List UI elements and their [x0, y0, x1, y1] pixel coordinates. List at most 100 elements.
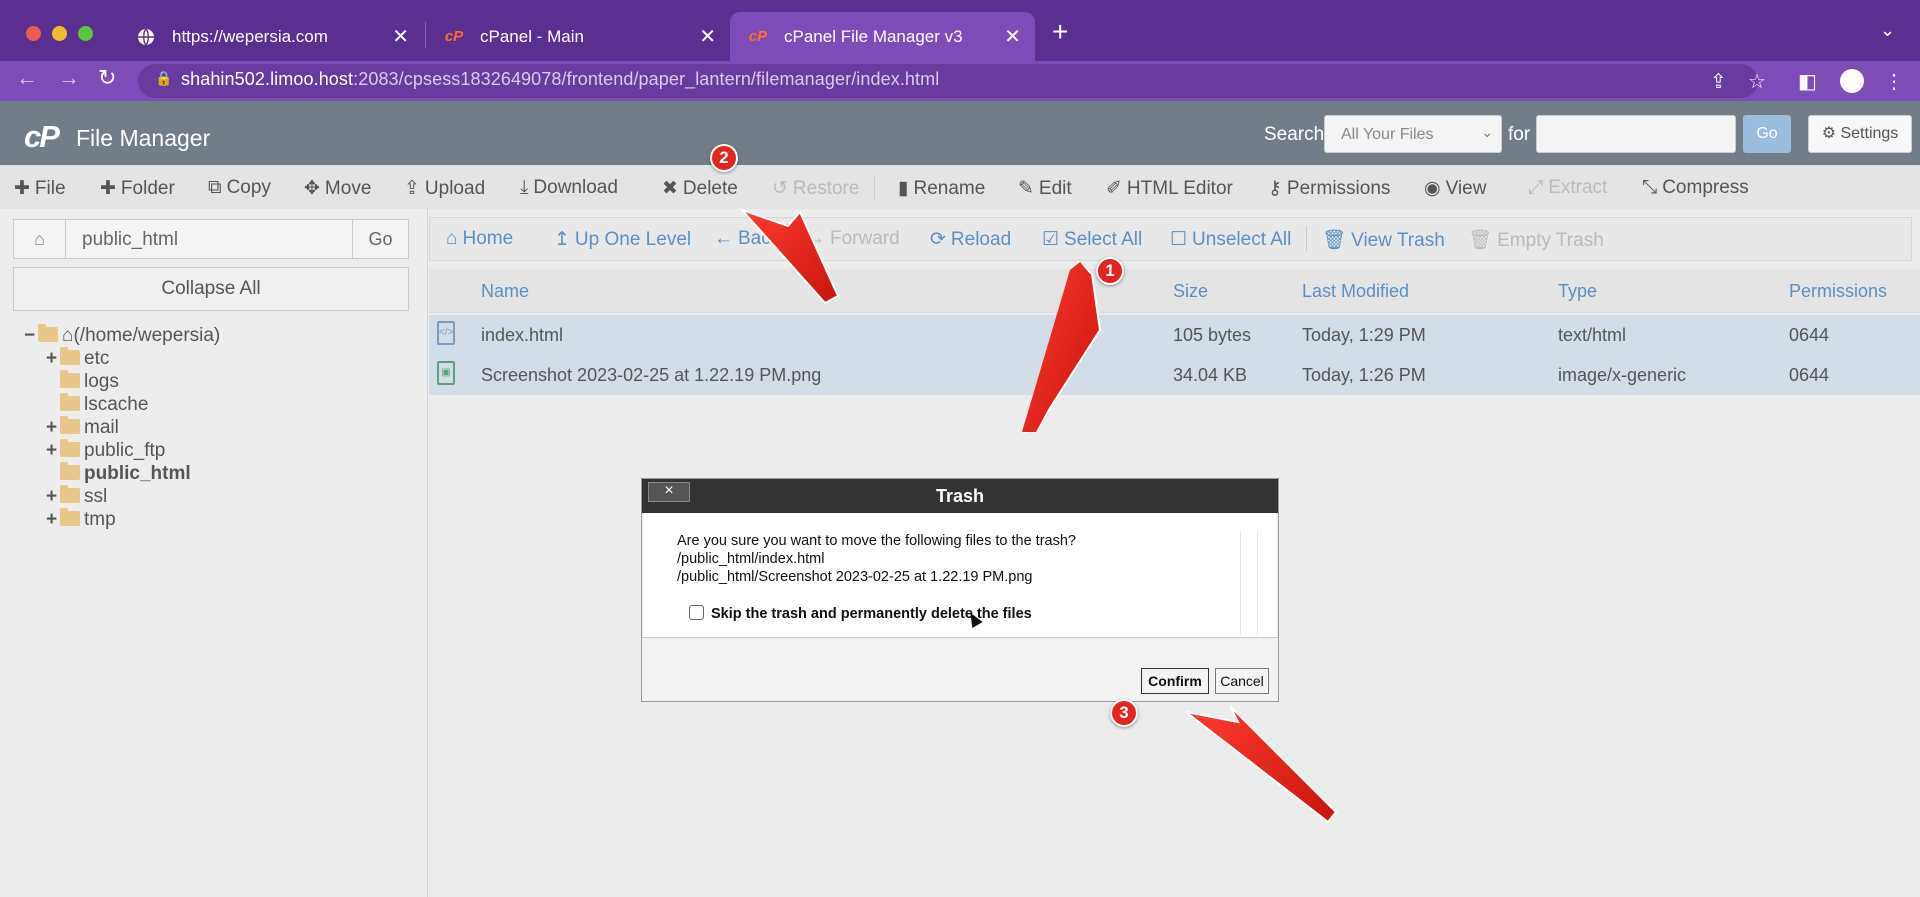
sidebar-icon[interactable]: ◧ [1798, 69, 1817, 94]
kebab-menu-icon[interactable]: ⋮ [1884, 69, 1904, 94]
tree-folder-public-ftp[interactable]: + public_ftp [46, 439, 165, 462]
chevron-down-icon[interactable]: ⌄ [1880, 20, 1895, 41]
profile-avatar[interactable] [1840, 69, 1864, 93]
path-go-button[interactable]: Go [352, 220, 408, 258]
home-icon[interactable]: ⌂ [14, 220, 66, 258]
plus-icon: ✚ [100, 178, 116, 199]
collapse-all-button[interactable]: Collapse All [13, 267, 409, 311]
file-modified: Today, 1:26 PM [1302, 365, 1426, 385]
tree-folder-tmp[interactable]: + tmp [46, 508, 116, 531]
close-icon[interactable]: × [648, 482, 690, 502]
tab-wepersia[interactable]: https://wepersia.com ✕ [118, 12, 423, 61]
plus-icon[interactable]: + [46, 417, 60, 439]
column-last-modified[interactable]: Last Modified [1302, 281, 1409, 302]
tree-folder-lscache[interactable]: lscache [46, 393, 148, 416]
skip-trash-label[interactable]: Skip the trash and permanently delete th… [711, 606, 1032, 622]
maximize-window-button[interactable] [78, 26, 93, 41]
settings-button[interactable]: ⚙ Settings [1808, 115, 1912, 153]
tab-file-manager[interactable]: cP cPanel File Manager v3 ✕ [730, 12, 1035, 61]
share-icon[interactable]: ⇪ [1710, 69, 1727, 94]
dialog-file-path: /public_html/Screenshot 2023-02-25 at 1.… [677, 569, 1033, 585]
forward-arrow-icon: → [806, 228, 825, 249]
view-button[interactable]: ◉ View [1424, 177, 1486, 200]
restore-button[interactable]: ↺ Restore [772, 177, 859, 200]
back-arrow-icon: ← [714, 228, 733, 249]
html-editor-button[interactable]: ✐ HTML Editor [1106, 177, 1233, 200]
reload-button[interactable]: ⟳ Reload [930, 228, 1011, 251]
home-button[interactable]: ⌂ Home [446, 228, 513, 250]
file-name: Screenshot 2023-02-25 at 1.22.19 PM.png [481, 365, 822, 385]
extract-button[interactable]: ⤢ Extract [1528, 177, 1607, 199]
compress-button[interactable]: ⤡ Compress [1642, 177, 1749, 199]
close-tab-icon[interactable]: ✕ [1004, 24, 1021, 49]
path-input[interactable]: public_html [82, 229, 178, 251]
move-icon: ✥ [304, 178, 320, 199]
copy-button[interactable]: ⧉ Copy [208, 177, 271, 199]
plus-icon[interactable]: + [46, 440, 60, 462]
unselect-all-button[interactable]: ☐ Unselect All [1170, 228, 1291, 251]
close-tab-icon[interactable]: ✕ [699, 24, 716, 49]
gear-icon: ⚙ [1821, 125, 1837, 142]
table-row[interactable]: ▣ Screenshot 2023-02-25 at 1.22.19 PM.pn… [429, 355, 1920, 395]
permissions-button[interactable]: ⚷ Permissions [1268, 177, 1390, 200]
tree-root[interactable]: − ⌂(/home/wepersia) [24, 324, 220, 347]
file-size: 34.04 KB [1173, 365, 1248, 385]
star-icon[interactable]: ☆ [1748, 69, 1766, 94]
cpanel-logo: cP [24, 119, 60, 154]
upload-button[interactable]: ⇪ Upload [404, 177, 485, 200]
plus-icon[interactable]: + [46, 348, 60, 370]
column-size[interactable]: Size [1173, 281, 1208, 302]
folder-icon [60, 370, 80, 388]
back-button[interactable]: ← Back [714, 228, 780, 250]
forward-button[interactable]: → Forward [806, 228, 900, 250]
new-folder-button[interactable]: ✚ Folder [100, 177, 175, 200]
tab-cpanel-main[interactable]: cP cPanel - Main ✕ [426, 12, 730, 61]
search-go-button[interactable]: Go [1743, 115, 1791, 153]
tree-folder-public-html[interactable]: public_html [46, 462, 191, 485]
search-input[interactable] [1536, 115, 1736, 153]
globe-icon [136, 27, 156, 47]
delete-button[interactable]: ✖ Delete [662, 177, 738, 200]
skip-trash-checkbox[interactable] [689, 605, 704, 620]
plus-icon[interactable]: + [46, 509, 60, 531]
search-scope-select[interactable]: All Your Files ⌄ [1324, 115, 1502, 153]
tree-folder-mail[interactable]: + mail [46, 416, 119, 439]
download-button[interactable]: ⤓ Download [520, 177, 618, 199]
trash-icon: 🗑 [1322, 230, 1347, 251]
empty-trash-button[interactable]: 🗑 Empty Trash [1468, 228, 1604, 252]
cancel-button[interactable]: Cancel [1215, 668, 1269, 694]
column-permissions[interactable]: Permissions [1789, 281, 1887, 302]
select-all-button[interactable]: ☑ Select All [1042, 228, 1142, 251]
dialog-file-path: /public_html/index.html [677, 551, 825, 567]
view-trash-button[interactable]: 🗑 View Trash [1322, 228, 1445, 252]
home-icon: ⌂ [446, 228, 458, 249]
dialog-scrollbar[interactable] [1240, 531, 1258, 635]
reload-icon[interactable]: ↻ [98, 65, 116, 91]
new-file-button[interactable]: ✚ File [14, 177, 66, 200]
forward-arrow-icon[interactable]: → [58, 65, 80, 91]
home-icon: ⌂ [62, 325, 74, 346]
back-arrow-icon[interactable]: ← [16, 65, 38, 91]
column-type[interactable]: Type [1558, 281, 1597, 302]
column-name[interactable]: Name [481, 281, 529, 302]
tree-folder-ssl[interactable]: + ssl [46, 485, 107, 508]
minimize-window-button[interactable] [52, 26, 67, 41]
close-tab-icon[interactable]: ✕ [392, 24, 409, 49]
image-file-icon: ▣ [437, 361, 455, 385]
table-row[interactable]: </> index.html 105 bytes Today, 1:29 PM … [429, 315, 1920, 355]
edit-button[interactable]: ✎ Edit [1018, 177, 1072, 200]
tree-folder-etc[interactable]: + etc [46, 347, 109, 370]
move-button[interactable]: ✥ Move [304, 177, 371, 200]
minus-icon[interactable]: − [24, 325, 38, 347]
confirm-button[interactable]: Confirm [1141, 668, 1209, 694]
new-tab-icon[interactable]: + [1052, 16, 1068, 48]
folder-icon [60, 462, 80, 480]
close-window-button[interactable] [26, 26, 41, 41]
key-icon: ⚷ [1268, 178, 1282, 199]
tree-folder-logs[interactable]: logs [46, 370, 119, 393]
rename-button[interactable]: ▮ Rename [898, 177, 985, 200]
up-one-level-button[interactable]: ↥ Up One Level [554, 228, 691, 251]
plus-icon[interactable]: + [46, 486, 60, 508]
pencil-icon: ✎ [1018, 178, 1034, 199]
main-toolbar: ✚ File ✚ Folder ⧉ Copy ✥ Move ⇪ Upload ⤓ Downl… [0, 165, 1920, 209]
